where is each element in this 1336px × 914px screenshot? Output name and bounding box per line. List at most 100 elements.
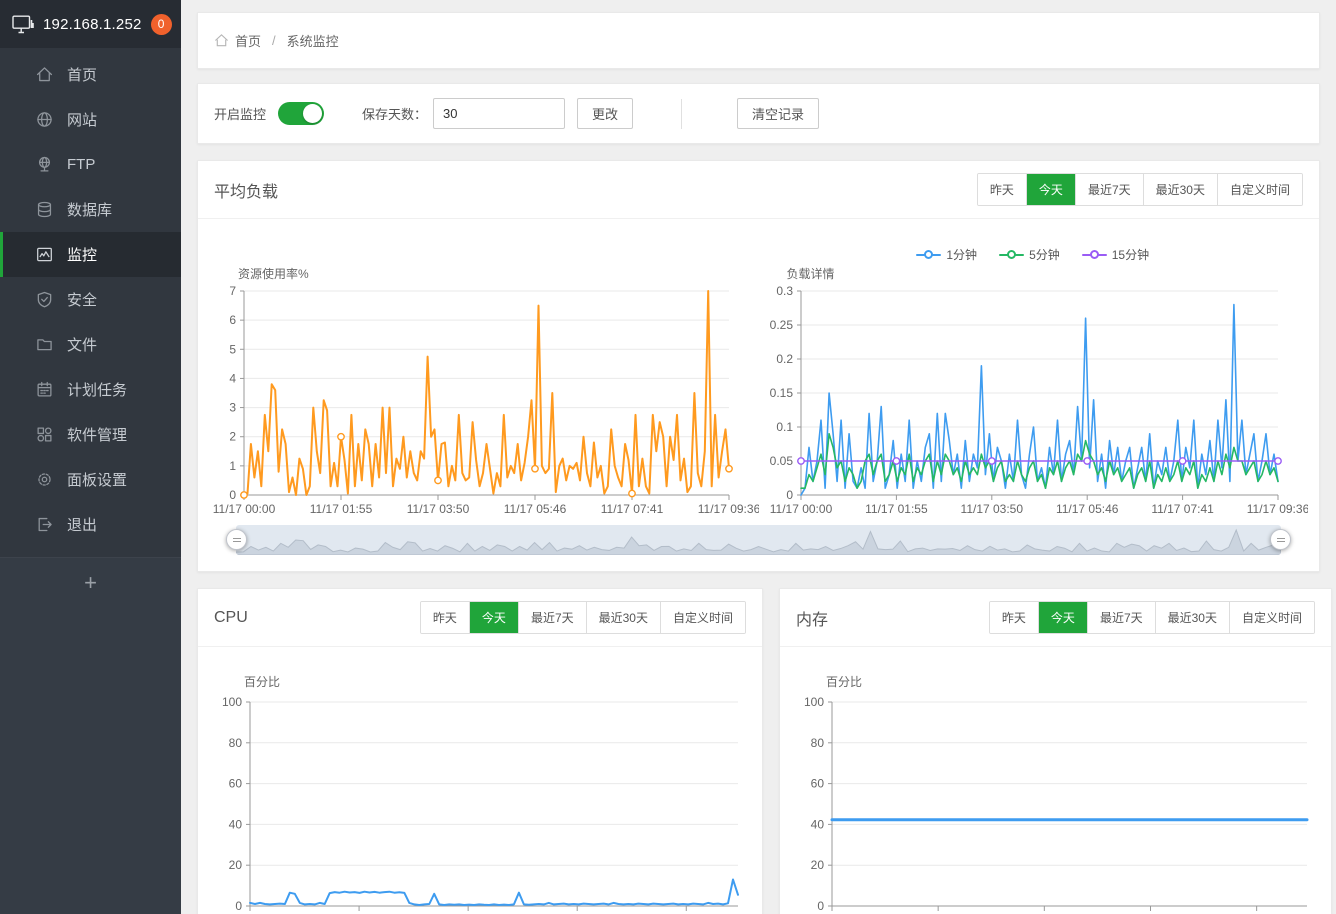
svg-text:11/17 09:36: 11/17 09:36 <box>1246 502 1307 516</box>
message-badge[interactable]: 0 <box>151 14 172 35</box>
datazoom-right-handle[interactable] <box>1270 529 1291 550</box>
sidebar-item-folder[interactable]: 文件 <box>0 322 181 367</box>
legend-item[interactable]: 5分钟 <box>999 246 1060 263</box>
svg-text:1: 1 <box>229 459 236 473</box>
load-time-button-last-7-days[interactable]: 最近7天 <box>1075 174 1143 205</box>
datazoom-slider[interactable] <box>236 525 1281 555</box>
svg-text:2: 2 <box>229 430 236 444</box>
cpu-time-range-group: 昨天 今天 最近7天 最近30天 自定义时间 <box>420 601 746 634</box>
breadcrumb-home-link[interactable]: 首页 <box>214 31 261 50</box>
monitor-toggle[interactable] <box>278 102 324 125</box>
load-chart-plot: 00.050.10.150.20.250.311/17 00:0011/17 0… <box>759 283 1308 521</box>
sidebar-item-globe[interactable]: 网站 <box>0 97 181 142</box>
cpu-time-button-last-7-days[interactable]: 最近7天 <box>518 602 586 633</box>
svg-text:11/17 09:36: 11/17 09:36 <box>698 502 759 516</box>
svg-text:0.3: 0.3 <box>776 284 793 298</box>
load-time-button-today[interactable]: 今天 <box>1026 174 1075 205</box>
sidebar-item-ftp[interactable]: FTP <box>0 142 181 187</box>
svg-text:60: 60 <box>811 777 825 791</box>
svg-text:80: 80 <box>229 736 243 750</box>
apply-button[interactable]: 更改 <box>577 98 633 129</box>
memory-chart-label: 百分比 <box>826 673 1325 690</box>
load-chart-label: 负载详情 <box>759 265 1308 283</box>
folder-icon <box>36 336 53 353</box>
svg-text:0: 0 <box>786 488 793 502</box>
svg-text:11/17 05:46: 11/17 05:46 <box>1055 502 1118 516</box>
datazoom-left-handle[interactable] <box>226 529 247 550</box>
sidebar-footer: + <box>0 557 181 914</box>
breadcrumb: 首页 / 系统监控 <box>197 12 1320 69</box>
sidebar-item-shield[interactable]: 安全 <box>0 277 181 322</box>
sidebar-item-apps[interactable]: 软件管理 <box>0 412 181 457</box>
sidebar-menu: 首页 网站 FTP 数据库 监控 安全 文件 计划任务 软件管理 面板设置 退出 <box>0 48 181 547</box>
svg-text:100: 100 <box>804 695 824 709</box>
memory-card: 内存 昨天 今天 最近7天 最近30天 自定义时间 百分比 0204060801… <box>779 588 1332 914</box>
legend-item[interactable]: 1分钟 <box>916 246 977 263</box>
svg-text:11/17 00:00: 11/17 00:00 <box>769 502 832 516</box>
cpu-time-button-last-30-days[interactable]: 最近30天 <box>586 602 660 633</box>
mem-time-button-last-7-days[interactable]: 最近7天 <box>1087 602 1155 633</box>
mem-time-button-last-30-days[interactable]: 最近30天 <box>1155 602 1229 633</box>
cpu-time-button-yesterday[interactable]: 昨天 <box>421 602 469 633</box>
cpu-time-button-custom-range[interactable]: 自定义时间 <box>660 602 745 633</box>
svg-text:11/17 07:41: 11/17 07:41 <box>1151 502 1214 516</box>
svg-text:40: 40 <box>811 817 825 831</box>
save-days-label: 保存天数： <box>362 104 427 123</box>
load-average-title: 平均负载 <box>214 178 278 202</box>
svg-text:3: 3 <box>229 401 236 415</box>
cpu-time-button-today[interactable]: 今天 <box>469 602 518 633</box>
load-time-button-yesterday[interactable]: 昨天 <box>978 174 1026 205</box>
clear-records-button[interactable]: 清空记录 <box>737 98 819 129</box>
panel-logo[interactable]: 192.168.1.252 0 <box>0 0 181 48</box>
load-time-range-group: 昨天 今天 最近7天 最近30天 自定义时间 <box>977 173 1303 206</box>
svg-text:11/17 00:00: 11/17 00:00 <box>213 502 276 516</box>
svg-text:0.2: 0.2 <box>776 352 793 366</box>
load-time-button-last-30-days[interactable]: 最近30天 <box>1143 174 1217 205</box>
apps-icon <box>36 426 53 443</box>
legend-item[interactable]: 15分钟 <box>1082 246 1149 263</box>
breadcrumb-current: 系统监控 <box>287 31 339 50</box>
svg-text:6: 6 <box>229 313 236 327</box>
sidebar-item-logout[interactable]: 退出 <box>0 502 181 547</box>
memory-time-range-group: 昨天 今天 最近7天 最近30天 自定义时间 <box>989 601 1315 634</box>
mem-time-button-today[interactable]: 今天 <box>1038 602 1087 633</box>
load-time-button-custom-range[interactable]: 自定义时间 <box>1217 174 1302 205</box>
memory-title: 内存 <box>796 606 828 630</box>
mem-time-button-yesterday[interactable]: 昨天 <box>990 602 1038 633</box>
svg-text:60: 60 <box>229 777 243 791</box>
ftp-icon <box>36 156 53 173</box>
cpu-chart-plot: 02040608010011/17 00:0011/17 02:0011/17 … <box>204 694 756 914</box>
svg-text:0: 0 <box>229 488 236 502</box>
sidebar-item-gear[interactable]: 面板设置 <box>0 457 181 502</box>
load-average-card: 平均负载 昨天 今天 最近7天 最近30天 自定义时间 资源使用率% 01234… <box>197 160 1320 572</box>
sidebar-item-home[interactable]: 首页 <box>0 52 181 97</box>
svg-text:0.15: 0.15 <box>769 386 793 400</box>
svg-text:80: 80 <box>811 736 825 750</box>
svg-text:4: 4 <box>229 371 236 385</box>
gear-icon <box>36 471 53 488</box>
svg-text:11/17 07:41: 11/17 07:41 <box>601 502 664 516</box>
svg-text:11/17 01:55: 11/17 01:55 <box>865 502 928 516</box>
save-days-input[interactable] <box>433 98 565 129</box>
resource-usage-chart: 资源使用率% 0123456711/17 00:0011/17 01:5511/… <box>210 243 759 521</box>
logout-icon <box>36 516 53 533</box>
server-ip: 192.168.1.252 <box>43 16 142 33</box>
svg-text:100: 100 <box>222 695 242 709</box>
sidebar: 192.168.1.252 0 首页 网站 FTP 数据库 监控 安全 文件 计… <box>0 0 181 914</box>
svg-text:11/17 01:55: 11/17 01:55 <box>310 502 373 516</box>
svg-text:11/17 05:46: 11/17 05:46 <box>504 502 567 516</box>
add-shortcut-button[interactable]: + <box>0 558 181 596</box>
sidebar-item-monitor[interactable]: 监控 <box>0 232 181 277</box>
sidebar-item-calendar[interactable]: 计划任务 <box>0 367 181 412</box>
svg-text:7: 7 <box>229 284 236 298</box>
sidebar-item-database[interactable]: 数据库 <box>0 187 181 232</box>
datazoom-band[interactable] <box>236 525 1281 555</box>
monitor-icon <box>36 246 53 263</box>
load-detail-chart: 1分钟 5分钟 15分钟 负载详情 00.050.10.150.20.250.3… <box>759 243 1308 521</box>
legend-marker-icon <box>916 250 941 259</box>
mem-time-button-custom-range[interactable]: 自定义时间 <box>1229 602 1314 633</box>
resource-chart-plot: 0123456711/17 00:0011/17 01:5511/17 03:5… <box>210 283 759 521</box>
svg-text:0: 0 <box>817 899 824 913</box>
load-legend: 1分钟 5分钟 15分钟 <box>759 243 1308 265</box>
home-icon <box>214 33 229 48</box>
